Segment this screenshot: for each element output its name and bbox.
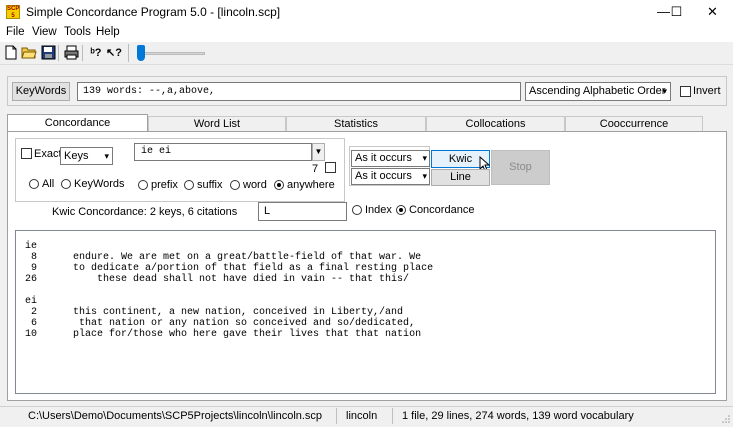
chevron-down-icon: ▾	[662, 86, 667, 96]
status-stats: 1 file, 29 lines, 274 words, 139 word vo…	[402, 410, 634, 422]
keys-select[interactable]: Keys ▾	[60, 147, 113, 165]
tab-word-list[interactable]: Word List	[148, 116, 286, 131]
menu-help[interactable]: Help	[96, 26, 120, 38]
keys-dropdown-button[interactable]: ▼	[312, 143, 325, 161]
result-line: 6 that nation or any nation so conceived…	[25, 318, 416, 329]
radio-anywhere-label: anywhere	[287, 179, 335, 191]
tab-statistics[interactable]: Statistics	[286, 116, 426, 131]
keywords-summary-field[interactable]: 139 words: --,a,above,	[77, 82, 521, 101]
radio-keywords[interactable]	[61, 179, 71, 189]
radio-prefix-label: prefix	[151, 179, 178, 191]
menu-tools[interactable]: Tools	[64, 26, 91, 38]
exact-label: Exact	[34, 148, 62, 160]
sort-select-1[interactable]: As it occurs ▾	[351, 150, 430, 167]
stop-button[interactable]: Stop	[491, 150, 550, 185]
concordance-results[interactable]: ie 8 endure. We are met on a great/battl…	[15, 230, 716, 394]
radio-concordance-label: Concordance	[409, 204, 475, 216]
toolbar-separator	[128, 44, 129, 62]
radio-all-label: All	[42, 178, 55, 190]
status-separator	[336, 408, 337, 424]
keys-input[interactable]: ie ei	[134, 143, 312, 161]
zoom-slider-track[interactable]	[141, 52, 205, 55]
zoom-slider-thumb[interactable]	[137, 45, 145, 61]
radio-word[interactable]	[230, 180, 240, 190]
tab-cooccurrence[interactable]: Cooccurrence	[565, 116, 703, 131]
tab-collocations[interactable]: Collocations	[426, 116, 565, 131]
keys-count: 7	[312, 163, 319, 175]
status-separator	[392, 408, 393, 424]
save-icon[interactable]	[40, 45, 56, 61]
keys-checkbox[interactable]	[325, 162, 336, 173]
app-icon: SCP 5	[6, 5, 20, 19]
result-line: ie	[25, 241, 38, 252]
invert-checkbox[interactable]	[680, 86, 691, 97]
resize-grip-icon[interactable]	[722, 414, 730, 423]
chevron-down-icon: ▾	[422, 153, 427, 163]
line-button[interactable]: Line	[431, 169, 490, 186]
menu-file[interactable]: File	[6, 26, 25, 38]
toolbar-separator	[58, 45, 59, 61]
exact-checkbox[interactable]	[21, 148, 32, 159]
radio-anywhere[interactable]	[274, 180, 284, 190]
status-path: C:\Users\Demo\Documents\SCP5Projects\lin…	[28, 410, 323, 422]
radio-suffix[interactable]	[184, 180, 194, 190]
status-project: lincoln	[346, 410, 378, 422]
sort-select-2[interactable]: As it occurs ▾	[351, 168, 430, 185]
radio-index-label: Index	[365, 204, 392, 216]
whats-this-icon[interactable]: ↖?	[106, 45, 122, 61]
result-line: 8 endure. We are met on a great/battle-f…	[25, 252, 422, 263]
help-icon[interactable]: ᵇ?	[88, 45, 104, 61]
result-line: 9 to dedicate a/portion of that field as…	[25, 263, 434, 274]
keywords-button[interactable]: KeyWords	[12, 82, 70, 101]
keys-select-value: Keys	[64, 150, 89, 162]
open-folder-icon[interactable]	[21, 45, 37, 61]
result-line: 2 this continent, a new nation, conceive…	[25, 307, 404, 318]
new-file-icon[interactable]	[3, 45, 19, 61]
invert-label: Invert	[693, 85, 721, 97]
radio-keywords-label: KeyWords	[74, 178, 125, 190]
radio-prefix[interactable]	[138, 180, 148, 190]
print-icon[interactable]	[63, 45, 79, 61]
toolbar-separator	[82, 45, 83, 61]
radio-index[interactable]	[352, 205, 362, 215]
chevron-down-icon: ▾	[422, 171, 427, 181]
order-select[interactable]: Ascending Alphabetic Order ▾	[525, 82, 671, 101]
letter-field[interactable]: L	[258, 202, 347, 221]
sort-select-1-value: As it occurs	[355, 152, 412, 164]
radio-word-label: word	[243, 179, 267, 191]
window-title: Simple Concordance Program 5.0 - [lincol…	[26, 5, 281, 19]
radio-all[interactable]	[29, 179, 39, 189]
sort-select-2-value: As it occurs	[355, 170, 412, 182]
tab-concordance[interactable]: Concordance	[7, 114, 148, 132]
menu-view[interactable]: View	[32, 26, 57, 38]
radio-suffix-label: suffix	[197, 179, 223, 191]
concordance-summary: Kwic Concordance: 2 keys, 6 citations	[52, 206, 238, 218]
order-select-value: Ascending Alphabetic Order	[529, 85, 666, 97]
result-line: 10 place for/those who here gave their l…	[25, 329, 422, 340]
result-line: ei	[25, 296, 38, 307]
close-button[interactable]: ✕	[690, 0, 733, 24]
radio-concordance[interactable]	[396, 205, 406, 215]
result-line: 26 these dead shall not have died in vai…	[25, 274, 410, 285]
chevron-down-icon: ▾	[104, 151, 109, 161]
